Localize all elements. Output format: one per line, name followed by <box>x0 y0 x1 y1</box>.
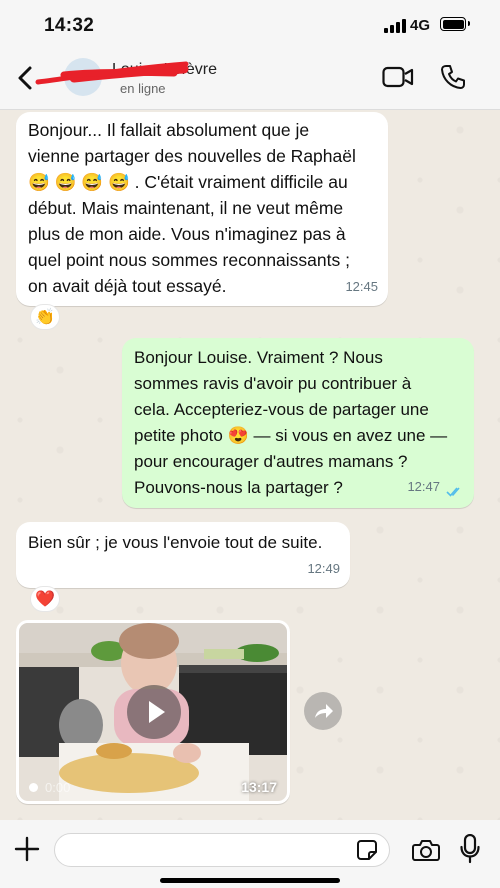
message-bubble-outgoing[interactable]: Bonjour Louise. Vraiment ? Nous sommes r… <box>122 338 474 508</box>
reaction-badge[interactable]: ❤️ <box>30 586 60 612</box>
message-line: 😅 😅 😅 😅 . C'était vraiment difficile au <box>28 172 348 192</box>
home-indicator <box>160 878 340 883</box>
video-thumbnail[interactable]: 0:00 13:17 <box>19 623 287 801</box>
contact-status: en ligne <box>120 81 166 96</box>
message-line: Bonjour... Il fallait absolument que je <box>28 120 310 140</box>
message-line: vienne partager des nouvelles de Raphaël <box>28 146 356 166</box>
play-button[interactable] <box>127 685 181 739</box>
microphone-icon[interactable] <box>460 834 480 864</box>
message-line: plus de mon aide. Vous n'imaginez pas à <box>28 224 346 244</box>
message-bubble-incoming[interactable]: Bien sûr ; je vous l'envoie tout de suit… <box>16 522 350 588</box>
status-time: 14:32 <box>44 15 95 36</box>
redaction-mark <box>35 61 189 85</box>
message-bubble-incoming[interactable]: Bonjour... Il fallait absolument que je … <box>16 112 388 306</box>
heart-emoji-icon: ❤️ <box>35 589 55 608</box>
message-line: on avait déjà tout essayé. <box>28 276 227 296</box>
message-time: 12:45 <box>345 279 378 294</box>
message-line: sommes ravis d'avoir pu contribuer à <box>134 374 412 393</box>
forward-icon <box>315 704 333 718</box>
read-ticks-icon <box>446 487 460 497</box>
battery-icon <box>440 17 470 31</box>
phone-icon[interactable] <box>440 64 466 90</box>
network-label: 4G <box>410 17 431 34</box>
plus-icon[interactable] <box>14 836 40 862</box>
video-call-icon[interactable] <box>382 66 414 88</box>
message-input[interactable] <box>54 833 390 867</box>
message-line: Bien sûr ; je vous l'envoie tout de suit… <box>28 533 323 552</box>
video-message[interactable]: 0:00 13:17 <box>16 620 290 804</box>
chat-header: Louise Lefèvre en ligne <box>0 52 500 110</box>
signal-icon <box>384 19 406 33</box>
message-line: petite photo 😍 — si vous en avez une — <box>134 426 448 445</box>
clap-emoji-icon: 👏 <box>35 307 55 326</box>
video-progress-dot <box>29 783 38 792</box>
message-line: cela. Accepteriez-vous de partager une <box>134 400 429 419</box>
message-line: Bonjour Louise. Vraiment ? Nous <box>134 348 383 367</box>
forward-button[interactable] <box>304 692 342 730</box>
reaction-badge[interactable]: 👏 <box>30 304 60 330</box>
message-line: quel point nous sommes reconnaissants ; <box>28 250 350 270</box>
sticker-icon[interactable] <box>356 839 378 861</box>
message-text: Bonjour... Il fallait absolument que je … <box>28 117 376 299</box>
message-line: pour encourager d'autres mamans ? <box>134 452 408 471</box>
message-composer <box>0 820 500 888</box>
video-elapsed: 0:00 <box>45 780 71 795</box>
status-bar: 14:32 4G <box>0 0 500 52</box>
video-duration: 13:17 <box>241 779 277 795</box>
message-time: 12:47 <box>407 479 440 494</box>
message-time: 12:49 <box>307 561 340 576</box>
message-line: début. Mais maintenant, il ne veut même <box>28 198 344 218</box>
camera-icon[interactable] <box>412 838 440 862</box>
